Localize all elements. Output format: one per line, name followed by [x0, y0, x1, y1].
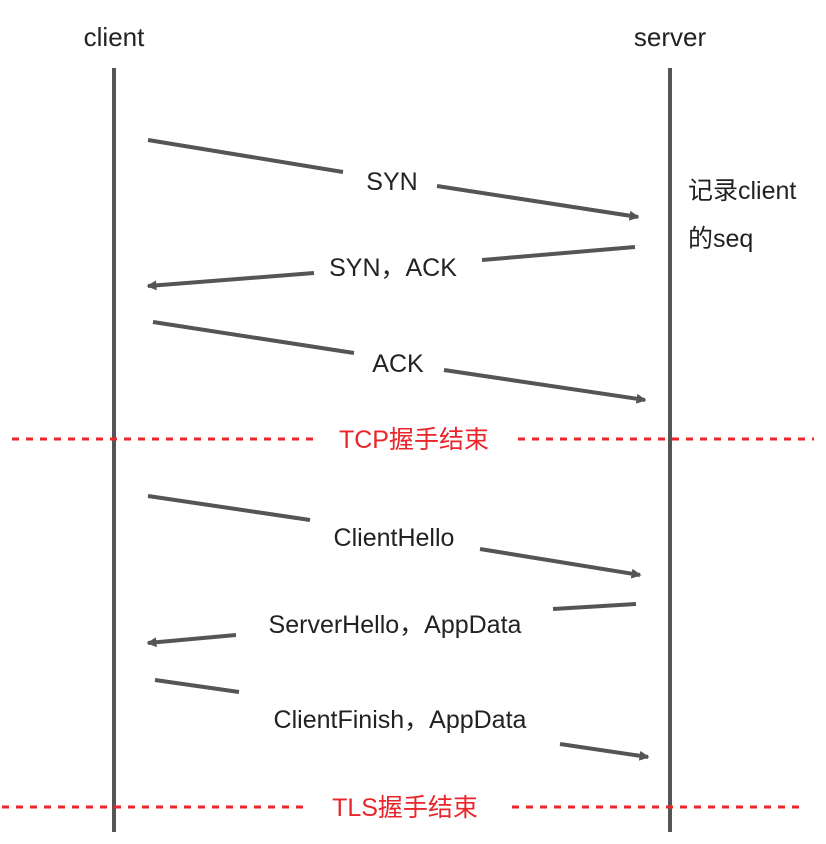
message-syn-ack-segment-1 [481, 245, 636, 262]
message-client-finish-segment-1 [154, 678, 240, 694]
divider-tls: TLS握手结束 [2, 794, 804, 822]
divider-tcp-label: TCP握手结束 [339, 426, 489, 454]
server-note-line-1: 记录client [688, 177, 796, 205]
message-syn-ack-arrow [146, 271, 315, 291]
server-note-line-2: 的seq [688, 225, 753, 253]
message-client-finish-arrow [559, 742, 650, 761]
message-server-hello-arrow [146, 633, 237, 648]
message-client-hello-label: ClientHello [334, 524, 455, 552]
message-client-hello-arrow [479, 547, 642, 579]
message-syn-ack-label: SYN，ACK [329, 254, 457, 282]
message-ack-segment-1 [152, 320, 355, 355]
message-ack: ACK [152, 320, 647, 404]
message-client-hello: ClientHello [147, 494, 642, 579]
message-syn-ack: SYN，ACK [146, 245, 636, 291]
message-client-hello-segment-1 [147, 494, 311, 522]
message-server-hello: ServerHello，AppData [146, 602, 637, 648]
message-client-finish-label: ClientFinish，AppData [274, 706, 527, 734]
client-label: client [84, 22, 145, 52]
message-ack-label: ACK [372, 350, 424, 378]
message-server-hello-label: ServerHello，AppData [269, 611, 522, 639]
message-syn-arrow [436, 184, 640, 221]
message-syn-segment-1 [147, 138, 344, 174]
divider-tcp: TCP握手结束 [12, 426, 814, 454]
message-ack-arrow [443, 368, 647, 404]
divider-tls-label: TLS握手结束 [332, 794, 478, 822]
message-server-hello-segment-1 [552, 602, 637, 611]
server-label: server [634, 22, 707, 52]
message-client-finish: ClientFinish，AppData [154, 678, 650, 761]
sequence-diagram: client server SYN SYN，ACK ACK 记录client 的… [2, 22, 814, 832]
message-syn-label: SYN [366, 168, 417, 196]
message-syn: SYN [147, 138, 640, 221]
